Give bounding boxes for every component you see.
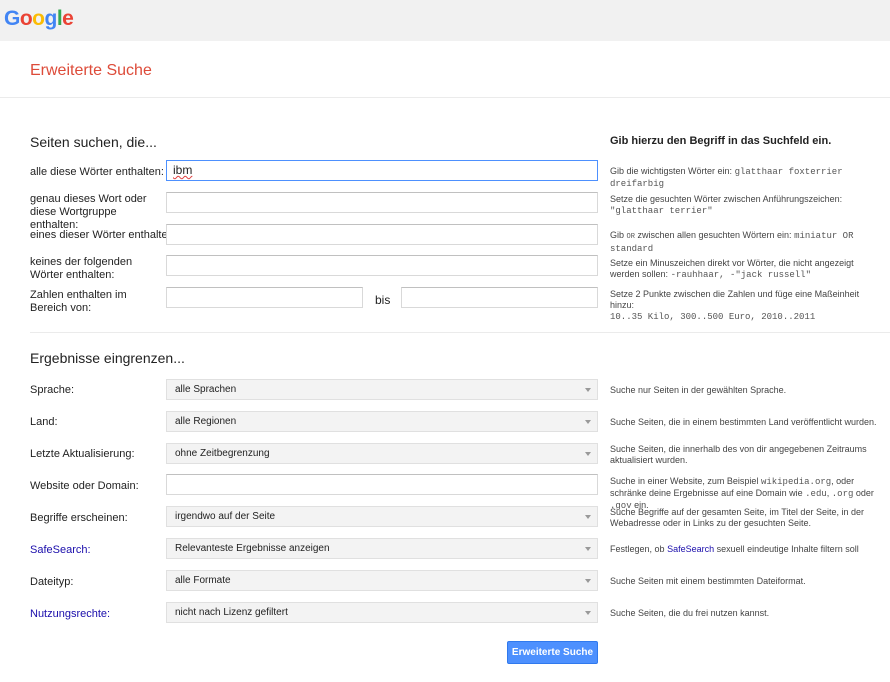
region-label: Land: — [30, 416, 58, 428]
page-title: Erweiterte Suche — [30, 62, 152, 79]
hint-code: 10..35 Kilo, 300..500 Euro, 2010..2011 — [610, 312, 816, 322]
logo-letter: G — [4, 7, 20, 30]
usage-rights-select[interactable]: nicht nach Lizenz gefiltert — [166, 602, 598, 623]
hint-text: sexuell eindeutige Inhalte filtern soll — [716, 544, 859, 554]
language-select[interactable]: alle Sprachen — [166, 379, 598, 400]
safesearch-hint-link[interactable]: SafeSearch — [667, 544, 714, 554]
google-logo[interactable]: Google — [4, 7, 74, 31]
all-words-label: alle diese Wörter enthalten: — [30, 166, 164, 178]
number-range-hint: Setze 2 Punkte zwischen die Zahlen und f… — [610, 289, 885, 323]
logo-letter: o — [19, 7, 33, 30]
terms-appear-hint: Suche Begriffe auf der gesamten Seite, i… — [610, 507, 864, 528]
hint-heading: Gib hierzu den Begriff in das Suchfeld e… — [610, 135, 832, 147]
all-words-hint: Gib die wichtigsten Wörter ein: glatthaa… — [610, 166, 885, 190]
file-type-select[interactable]: alle Formate — [166, 570, 598, 591]
any-words-hint: Gib OR zwischen allen gesuchten Wörtern … — [610, 230, 885, 255]
hint-text: oder — [855, 488, 874, 498]
number-range-to-input[interactable] — [401, 287, 598, 308]
file-type-selected: alle Formate — [175, 575, 231, 586]
file-type-label: Dateityp: — [30, 576, 74, 588]
terms-appear-select[interactable]: irgendwo auf der Seite — [166, 506, 598, 527]
language-selected: alle Sprachen — [175, 384, 237, 395]
number-range-label: Zahlen enthalten im Bereich von: — [30, 289, 127, 314]
hint-text: Setze 2 Punkte zwischen die Zahlen und f… — [610, 289, 860, 310]
hint-code: -rauhhaar, -"jack russell" — [670, 270, 811, 280]
hint-text: Gib die wichtigsten Wörter ein: — [610, 166, 733, 176]
chevron-down-icon — [585, 611, 591, 615]
usage-rights-selected: nicht nach Lizenz gefiltert — [175, 607, 288, 618]
divider — [30, 332, 890, 333]
safesearch-selected: Relevanteste Ergebnisse anzeigen — [175, 543, 330, 554]
site-label: Website oder Domain: — [30, 480, 139, 492]
exact-phrase-hint: Setze die gesuchten Wörter zwischen Anfü… — [610, 194, 885, 217]
logo-letter: g — [44, 7, 58, 30]
hint-text: , — [826, 488, 830, 498]
divider — [0, 97, 890, 98]
chevron-down-icon — [585, 452, 591, 456]
chevron-down-icon — [585, 388, 591, 392]
language-hint: Suche nur Seiten in der gewählten Sprach… — [610, 385, 787, 395]
number-range-from-input[interactable] — [166, 287, 363, 308]
site-input[interactable] — [166, 474, 598, 495]
chevron-down-icon — [585, 420, 591, 424]
search-section-heading: Seiten suchen, die... — [30, 134, 157, 150]
hint-code: .edu — [805, 489, 827, 499]
exact-phrase-input[interactable] — [166, 192, 598, 213]
hint-code: OR — [626, 233, 635, 241]
safesearch-select[interactable]: Relevanteste Ergebnisse anzeigen — [166, 538, 598, 559]
last-update-hint: Suche Seiten, die innerhalb des von dir … — [610, 444, 867, 465]
narrow-section-heading: Ergebnisse eingrenzen... — [30, 350, 185, 366]
region-selected: alle Regionen — [175, 416, 237, 427]
logo-letter: o — [32, 7, 45, 30]
usage-rights-hint: Suche Seiten, die du frei nutzen kannst. — [610, 608, 770, 618]
hint-code: wikipedia.org — [760, 477, 832, 487]
terms-appear-label: Begriffe erscheinen: — [30, 512, 128, 524]
hint-code: "glatthaar terrier" — [610, 206, 713, 216]
hint-text: Suche in einer Website, zum Beispiel — [610, 476, 759, 486]
last-update-selected: ohne Zeitbegrenzung — [175, 448, 270, 459]
safesearch-label-link[interactable]: SafeSearch: — [30, 544, 91, 557]
language-label: Sprache: — [30, 384, 75, 396]
none-words-hint: Setze ein Minuszeichen direkt vor Wörter… — [610, 258, 885, 281]
advanced-search-button[interactable]: Erweiterte Suche — [507, 641, 598, 664]
number-range-bis-label: bis — [375, 293, 391, 307]
chevron-down-icon — [585, 515, 591, 519]
any-words-input[interactable] — [166, 224, 598, 245]
region-hint: Suche Seiten, die in einem bestimmten La… — [610, 417, 877, 427]
last-update-label: Letzte Aktualisierung: — [30, 448, 135, 460]
safesearch-hint: Festlegen, ob SafeSearch sexuell eindeut… — [610, 544, 885, 555]
last-update-select[interactable]: ohne Zeitbegrenzung — [166, 443, 598, 464]
chevron-down-icon — [585, 547, 591, 551]
hint-text: Setze die gesuchten Wörter zwischen Anfü… — [610, 194, 843, 204]
top-bar: Google — [0, 0, 890, 41]
usage-rights-label-link[interactable]: Nutzungsrechte: — [30, 608, 110, 621]
file-type-hint: Suche Seiten mit einem bestimmten Dateif… — [610, 576, 806, 586]
exact-phrase-label: genau dieses Wort oder diese Wortgruppe … — [30, 193, 147, 231]
hint-text: Gib — [610, 230, 625, 240]
terms-appear-selected: irgendwo auf der Seite — [175, 511, 276, 522]
hint-text: zwischen allen gesuchten Wörtern ein: — [637, 230, 792, 240]
none-words-label: keines der folgenden Wörter enthalten: — [30, 256, 133, 281]
all-words-input[interactable]: ibm — [166, 160, 598, 181]
logo-letter: e — [62, 7, 74, 30]
hint-text: Festlegen, ob — [610, 544, 665, 554]
all-words-value: ibm — [173, 163, 193, 177]
hint-code: .org — [831, 489, 854, 499]
any-words-label: eines dieser Wörter enthalten: — [30, 229, 177, 241]
chevron-down-icon — [585, 579, 591, 583]
none-words-input[interactable] — [166, 255, 598, 276]
region-select[interactable]: alle Regionen — [166, 411, 598, 432]
